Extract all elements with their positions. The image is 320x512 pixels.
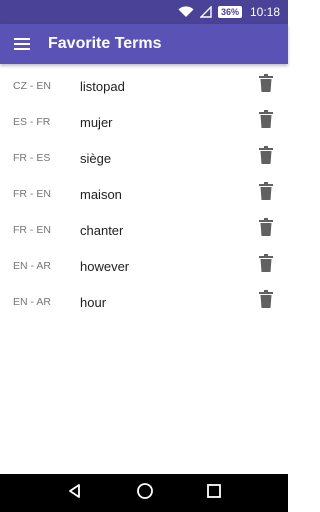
back-icon[interactable] <box>67 483 83 504</box>
battery-indicator: 36% <box>217 6 242 18</box>
term-text: however <box>80 258 130 274</box>
list-item[interactable]: ES - FR mujer <box>0 104 288 140</box>
wifi-icon <box>178 6 194 18</box>
term-text: listopad <box>80 78 125 94</box>
term-text: siège <box>80 150 112 166</box>
language-pair: EN - AR <box>13 260 51 272</box>
signal-icon <box>199 6 212 18</box>
system-nav-bar <box>0 474 288 512</box>
home-icon[interactable] <box>136 482 154 505</box>
recents-icon[interactable] <box>207 483 222 503</box>
list-item[interactable]: FR - EN chanter <box>0 212 288 248</box>
page-title: Favorite Terms <box>48 35 162 52</box>
trash-icon[interactable] <box>259 110 273 128</box>
term-text: maison <box>80 186 122 202</box>
list-item[interactable]: EN - AR hour <box>0 284 288 320</box>
hamburger-menu-icon[interactable] <box>0 24 44 64</box>
trash-icon[interactable] <box>259 254 273 272</box>
app-bar: Favorite Terms <box>0 24 288 64</box>
term-text: mujer <box>80 114 113 130</box>
trash-icon[interactable] <box>259 74 273 92</box>
language-pair: FR - EN <box>13 188 51 200</box>
trash-icon[interactable] <box>259 146 273 164</box>
list-item[interactable]: FR - EN maison <box>0 176 288 212</box>
list-item[interactable]: EN - AR however <box>0 248 288 284</box>
term-text: hour <box>80 294 107 310</box>
term-text: chanter <box>80 222 124 238</box>
status-time: 10:18 <box>249 5 280 19</box>
status-bar: 36% 10:18 <box>0 0 288 24</box>
list-item[interactable]: FR - ES siège <box>0 140 288 176</box>
language-pair: ES - FR <box>13 116 51 128</box>
list-item[interactable]: CZ - EN listopad <box>0 68 288 104</box>
language-pair: FR - EN <box>13 224 51 236</box>
language-pair: FR - ES <box>13 152 51 164</box>
language-pair: EN - AR <box>13 296 51 308</box>
trash-icon[interactable] <box>259 182 273 200</box>
favorite-terms-list: CZ - EN listopad ES - FR mujer FR - ES s… <box>0 68 288 320</box>
language-pair: CZ - EN <box>13 80 51 92</box>
trash-icon[interactable] <box>259 290 273 308</box>
trash-icon[interactable] <box>259 218 273 236</box>
